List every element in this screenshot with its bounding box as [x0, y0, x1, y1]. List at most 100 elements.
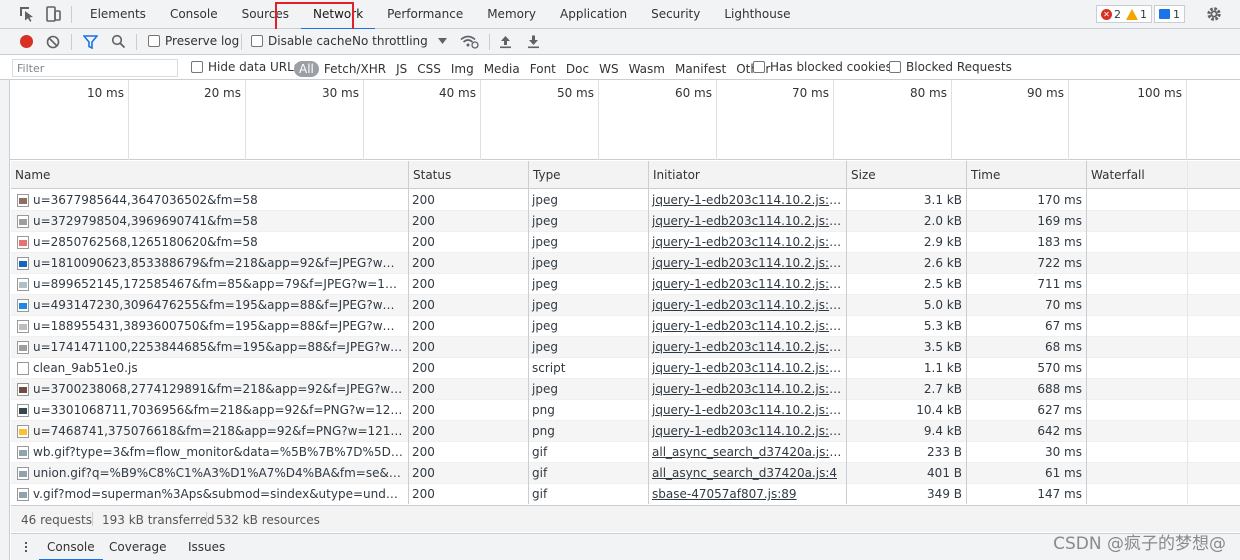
- filter-type-manifest[interactable]: Manifest: [670, 62, 731, 76]
- filter-type-ws[interactable]: WS: [594, 62, 623, 76]
- record-button[interactable]: [20, 35, 33, 48]
- cell-initiator[interactable]: jquery-1-edb203c114.10.2.js:198: [648, 253, 846, 274]
- messages-counter[interactable]: 1: [1154, 5, 1185, 23]
- tab-security[interactable]: Security: [639, 0, 712, 29]
- drawer-tab-issues[interactable]: Issues: [188, 534, 225, 560]
- cell-size: 9.4 kB: [923, 424, 962, 438]
- blocked-requests-checkbox[interactable]: Blocked Requests: [889, 60, 1012, 74]
- cell-initiator[interactable]: jquery-1-edb203c114.10.2.js:198: [648, 211, 846, 232]
- table-row[interactable]: u=1810090623,853388679&fm=218&app=92&f=J…: [11, 253, 1240, 274]
- cell-initiator[interactable]: jquery-1-edb203c114.10.2.js:198: [648, 316, 846, 337]
- tab-console[interactable]: Console: [158, 0, 230, 29]
- tab-elements[interactable]: Elements: [78, 0, 158, 29]
- table-row[interactable]: wb.gif?type=3&fm=flow_monitor&data=%5B%7…: [11, 442, 1240, 463]
- more-menu-icon[interactable]: [25, 542, 27, 554]
- cell-initiator[interactable]: all_async_search_d37420a.js:318: [648, 442, 846, 463]
- timeline-overview[interactable]: 10 ms 20 ms 30 ms 40 ms 50 ms 60 ms 70 ms 80 ms…: [10, 80, 1240, 160]
- export-har-download-icon[interactable]: [527, 34, 540, 49]
- cell-initiator[interactable]: jquery-1-edb203c114.10.2.js:255: [648, 358, 846, 379]
- tab-application[interactable]: Application: [548, 0, 639, 29]
- filter-type-all[interactable]: All: [294, 60, 319, 77]
- hide-data-urls-checkbox[interactable]: Hide data URLs: [191, 60, 300, 74]
- filter-type-doc[interactable]: Doc: [561, 62, 594, 76]
- overview-tick-label: 80 ms: [909, 86, 947, 100]
- disable-cache-checkbox[interactable]: Disable cache: [251, 34, 352, 48]
- table-row[interactable]: u=3677985644,3647036502&fm=58 200 jpeg jque…: [11, 190, 1240, 211]
- clear-icon[interactable]: [46, 35, 60, 49]
- filter-type-fetch-xhr[interactable]: Fetch/XHR: [319, 62, 391, 76]
- table-row[interactable]: u=2850762568,1265180620&fm=58 200 jpeg jque…: [11, 232, 1240, 253]
- network-conditions-wifi-icon[interactable]: [460, 34, 479, 49]
- filter-type-css[interactable]: CSS: [412, 62, 446, 76]
- tab-lighthouse[interactable]: Lighthouse: [712, 0, 802, 29]
- drawer-tab-coverage[interactable]: Coverage: [109, 534, 167, 560]
- chevron-down-icon: [438, 38, 447, 44]
- cell-name: wb.gif?type=3&fm=flow_monitor&data=%5B%7…: [11, 442, 408, 463]
- import-har-upload-icon[interactable]: [499, 34, 512, 49]
- cell-time: 642 ms: [1037, 424, 1082, 438]
- cell-status: 200: [412, 445, 435, 459]
- table-row[interactable]: union.gif?q=%B9%C8%C1%A3%D1%A7%D4%BA&fm=…: [11, 463, 1240, 484]
- tab-performance[interactable]: Performance: [375, 0, 475, 29]
- cell-initiator[interactable]: jquery-1-edb203c114.10.2.js:198: [648, 379, 846, 400]
- cell-status: 200: [412, 319, 435, 333]
- tab-memory[interactable]: Memory: [475, 0, 548, 29]
- cell-initiator[interactable]: jquery-1-edb203c114.10.2.js:198: [648, 337, 846, 358]
- file-type-icon: [17, 341, 29, 354]
- table-row[interactable]: u=899652145,172585467&fm=85&app=79&f=JPE…: [11, 274, 1240, 295]
- filter-type-font[interactable]: Font: [525, 62, 561, 76]
- file-type-icon: [17, 425, 29, 438]
- table-row[interactable]: clean_9ab51e0.js 200 script jquery-1-edb203…: [11, 358, 1240, 379]
- filter-funnel-icon[interactable]: [83, 35, 98, 49]
- filter-input[interactable]: [12, 59, 178, 77]
- cell-initiator[interactable]: all_async_search_d37420a.js:4: [648, 463, 846, 484]
- search-icon[interactable]: [111, 34, 126, 49]
- column-header-type[interactable]: Type: [528, 161, 648, 189]
- device-toolbar-icon[interactable]: [44, 5, 62, 23]
- has-blocked-cookies-checkbox[interactable]: Has blocked cookies: [753, 60, 892, 74]
- panel-tabs: Elements Console Sources Network Performance…: [78, 0, 803, 30]
- table-row[interactable]: u=3700238068,2774129891&fm=218&app=92&f=…: [11, 379, 1240, 400]
- network-tab-highlight: [275, 2, 354, 32]
- cell-initiator[interactable]: jquery-1-edb203c114.10.2.js:198: [648, 190, 846, 211]
- table-row[interactable]: u=7468741,375076618&fm=218&app=92&f=PNG?…: [11, 421, 1240, 442]
- table-row[interactable]: v.gif?mod=superman%3Aps&submod=sindex&ut…: [11, 484, 1240, 504]
- table-row[interactable]: u=1741471100,2253844685&fm=195&app=88&f=…: [11, 337, 1240, 358]
- filter-type-js[interactable]: JS: [391, 62, 412, 76]
- column-header-status[interactable]: Status: [408, 161, 528, 189]
- cell-time: 711 ms: [1037, 277, 1082, 291]
- drawer-tab-console[interactable]: Console: [39, 534, 103, 560]
- cell-type: script: [532, 361, 566, 375]
- table-row[interactable]: u=493147230,3096476255&fm=195&app=88&f=J…: [11, 295, 1240, 316]
- cell-name: u=493147230,3096476255&fm=195&app=88&f=J…: [11, 295, 408, 316]
- cell-time: 30 ms: [1044, 445, 1082, 459]
- table-row[interactable]: u=188955431,3893600750&fm=195&app=88&f=J…: [11, 316, 1240, 337]
- cell-initiator[interactable]: jquery-1-edb203c114.10.2.js:198: [648, 421, 846, 442]
- cell-initiator[interactable]: jquery-1-edb203c114.10.2.js:198: [648, 274, 846, 295]
- column-header-time[interactable]: Time: [966, 161, 1086, 189]
- cell-time: 570 ms: [1037, 361, 1082, 375]
- cell-initiator[interactable]: jquery-1-edb203c114.10.2.js:198: [648, 295, 846, 316]
- column-header-initiator[interactable]: Initiator: [648, 161, 846, 189]
- overview-tick-label: 100 ms: [1137, 86, 1182, 100]
- preserve-log-checkbox[interactable]: Preserve log: [148, 34, 239, 48]
- settings-gear-icon[interactable]: [1205, 5, 1223, 23]
- cell-time: 67 ms: [1044, 319, 1082, 333]
- table-row[interactable]: u=3729798504,3969690741&fm=58 200 jpeg jque…: [11, 211, 1240, 232]
- throttling-select[interactable]: No throttling: [352, 34, 428, 48]
- cell-status: 200: [412, 340, 435, 354]
- inspect-element-icon[interactable]: [18, 5, 36, 23]
- cell-initiator[interactable]: jquery-1-edb203c114.10.2.js:198: [648, 232, 846, 253]
- table-row[interactable]: u=3301068711,7036956&fm=218&app=92&f=PNG…: [11, 400, 1240, 421]
- overview-tick-label: 70 ms: [791, 86, 829, 100]
- issues-counter[interactable]: ✕ 2 1: [1096, 5, 1152, 23]
- column-header-name[interactable]: Name: [11, 161, 408, 189]
- cell-initiator[interactable]: jquery-1-edb203c114.10.2.js:198: [648, 400, 846, 421]
- cell-type: jpeg: [532, 340, 558, 354]
- filter-type-media[interactable]: Media: [479, 62, 525, 76]
- column-header-waterfall[interactable]: Waterfall: [1086, 161, 1240, 189]
- cell-initiator[interactable]: sbase-47057af807.js:89: [648, 484, 846, 504]
- filter-type-wasm[interactable]: Wasm: [624, 62, 670, 76]
- column-header-size[interactable]: Size: [846, 161, 966, 189]
- filter-type-img[interactable]: Img: [446, 62, 479, 76]
